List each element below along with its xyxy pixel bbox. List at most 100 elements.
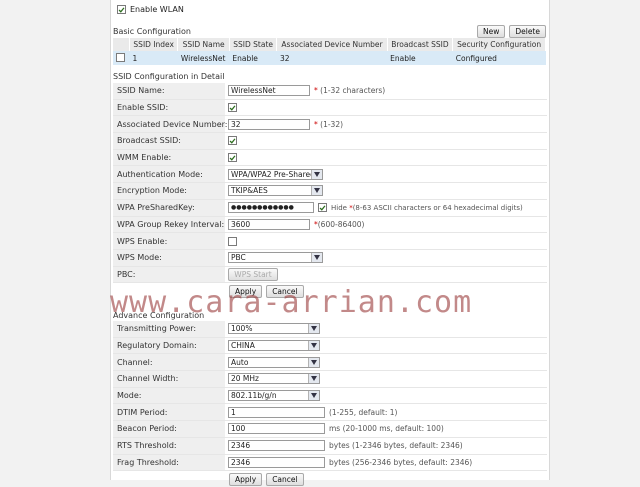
col-ssid-state: SSID State: [229, 38, 278, 51]
wmm-enable-label: WMM Enable:: [113, 149, 225, 166]
check-icon: [229, 138, 236, 144]
pbc-value-cell: WPS Start: [225, 267, 547, 283]
row-select-checkbox[interactable]: [116, 52, 125, 62]
enable-ssid-checkbox[interactable]: [228, 103, 237, 113]
reg-domain-select[interactable]: CHINA: [228, 340, 320, 352]
assoc-device-row: Associated Device Number: 32 * (1-32): [113, 116, 547, 134]
auth-mode-row: Authentication Mode: WPA/WPA2 Pre-Shared: [113, 166, 547, 184]
channel-value-cell: Auto: [225, 354, 547, 370]
row-select-cell: [113, 51, 130, 65]
rts-label: RTS Threshold:: [113, 437, 225, 454]
col-broadcast-ssid: Broadcast SSID: [387, 38, 454, 51]
frag-input[interactable]: 2346: [228, 456, 325, 468]
tx-power-label: Transmitting Power:: [113, 321, 225, 337]
mode-label: Mode:: [113, 387, 225, 404]
wps-start-button[interactable]: WPS Start: [228, 267, 278, 281]
cell-assoc-devices: 32: [276, 51, 388, 65]
enable-wlan-row: Enable WLAN: [117, 5, 184, 14]
enc-mode-select[interactable]: TKIP&AES: [228, 185, 323, 197]
tx-power-select[interactable]: 100%: [228, 323, 320, 335]
rekey-value-cell: 3600 *(600-86400): [225, 217, 547, 233]
reg-domain-label: Regulatory Domain:: [113, 337, 225, 354]
rekey-note: *(600-86400): [314, 220, 364, 229]
rts-input[interactable]: 2346: [228, 440, 325, 452]
psk-row: WPA PreSharedKey: ●●●●●●●●●●●● Hide *(8-…: [113, 199, 547, 217]
advance-cancel-button[interactable]: Cancel: [266, 472, 304, 486]
mode-select[interactable]: 802.11b/g/n: [228, 390, 320, 402]
ssid-detail-form: SSID Name: WirelessNet * (1-32 character…: [113, 83, 547, 300]
assoc-device-label: Associated Device Number:: [113, 116, 228, 133]
reg-domain-selected: CHINA: [231, 341, 255, 351]
advance-form-buttons: Apply Cancel: [113, 471, 547, 487]
hide-psk-checkbox[interactable]: [318, 203, 327, 213]
wps-mode-selected: PBC: [231, 253, 246, 263]
wps-enable-row: WPS Enable:: [113, 233, 547, 250]
enable-ssid-value-cell: [225, 100, 547, 116]
beacon-input[interactable]: 100: [228, 423, 325, 435]
broadcast-ssid-row: Broadcast SSID:: [113, 133, 547, 150]
mode-selected: 802.11b/g/n: [231, 391, 277, 401]
rts-note: bytes (1-2346 bytes, default: 2346): [329, 441, 463, 451]
advance-config-form: Transmitting Power: 100% Regulatory Doma…: [113, 321, 547, 487]
pbc-label: PBC:: [113, 266, 225, 283]
chevron-down-icon: [311, 169, 322, 179]
broadcast-ssid-checkbox[interactable]: [228, 136, 237, 146]
chevron-down-icon: [311, 253, 322, 263]
channel-select[interactable]: Auto: [228, 356, 320, 368]
table-row[interactable]: 1 WirelessNet Enable 32 Enable Configure…: [113, 51, 546, 65]
col-security-config: Security Configuration: [452, 38, 546, 51]
dtim-row: DTIM Period: 1 (1-255, default: 1): [113, 404, 547, 422]
broadcast-ssid-label: Broadcast SSID:: [113, 133, 225, 149]
wps-enable-checkbox[interactable]: [228, 236, 237, 246]
watermark-text: www.cara-arrian.com: [110, 285, 473, 320]
ssid-detail-title: SSID Configuration in Detail: [113, 72, 225, 81]
rekey-row: WPA Group Rekey Interval: 3600 *(600-864…: [113, 216, 547, 234]
hide-psk-label: Hide: [331, 203, 347, 212]
wps-enable-value-cell: [225, 233, 547, 249]
wmm-enable-checkbox[interactable]: [228, 153, 237, 163]
channel-width-value-cell: 20 MHz: [225, 371, 547, 387]
wps-mode-value-cell: PBC: [225, 250, 547, 266]
enable-wlan-checkbox[interactable]: [117, 5, 126, 14]
channel-selected: Auto: [231, 357, 249, 367]
select-column: [113, 38, 130, 51]
channel-width-select[interactable]: 20 MHz: [228, 373, 320, 385]
dtim-note: (1-255, default: 1): [329, 407, 398, 417]
dtim-value-cell: 1 (1-255, default: 1): [225, 404, 547, 420]
channel-width-label: Channel Width:: [113, 371, 225, 387]
auth-mode-value-cell: WPA/WPA2 Pre-Shared: [225, 166, 547, 182]
cell-ssid-index: 1: [129, 51, 178, 65]
wps-enable-label: WPS Enable:: [113, 233, 225, 249]
psk-label: WPA PreSharedKey:: [113, 199, 225, 216]
check-icon: [229, 155, 236, 161]
auth-mode-select[interactable]: WPA/WPA2 Pre-Shared: [228, 168, 323, 180]
cell-security-config: Configured: [452, 51, 546, 65]
channel-width-row: Channel Width: 20 MHz: [113, 371, 547, 388]
dtim-input[interactable]: 1: [228, 406, 325, 418]
enable-ssid-row: Enable SSID:: [113, 99, 547, 117]
frag-note: bytes (256-2346 bytes, default: 2346): [329, 457, 473, 467]
beacon-note: ms (20-1000 ms, default: 100): [329, 424, 444, 434]
chevron-down-icon: [308, 341, 319, 351]
reg-domain-value-cell: CHINA: [225, 338, 547, 354]
psk-value-cell: ●●●●●●●●●●●● Hide *(8-63 ASCII character…: [225, 200, 547, 216]
wmm-enable-value-cell: [225, 150, 547, 166]
pbc-row: PBC: WPS Start: [113, 266, 547, 284]
enc-mode-value-cell: TKIP&AES: [225, 183, 547, 199]
wps-mode-select[interactable]: PBC: [228, 252, 323, 264]
assoc-device-value-cell: 32 * (1-32): [225, 116, 547, 132]
cell-ssid-state: Enable: [229, 51, 277, 65]
ssid-name-input[interactable]: WirelessNet: [228, 85, 310, 97]
frag-row: Frag Threshold: 2346 bytes (256-2346 byt…: [113, 454, 547, 472]
col-ssid-name: SSID Name: [177, 38, 230, 51]
ssid-name-value-cell: WirelessNet * (1-32 characters): [225, 83, 547, 99]
wlan-config-panel: Enable WLAN Basic Configuration New Dele…: [110, 0, 550, 486]
basic-config-title: Basic Configuration: [113, 27, 191, 36]
rekey-input[interactable]: 3600: [228, 218, 310, 230]
assoc-device-input[interactable]: 32: [228, 118, 310, 130]
delete-button[interactable]: Delete: [509, 25, 546, 38]
advance-apply-button[interactable]: Apply: [229, 472, 263, 486]
new-button[interactable]: New: [476, 25, 506, 38]
chevron-down-icon: [311, 186, 322, 196]
psk-input[interactable]: ●●●●●●●●●●●●: [228, 202, 314, 214]
